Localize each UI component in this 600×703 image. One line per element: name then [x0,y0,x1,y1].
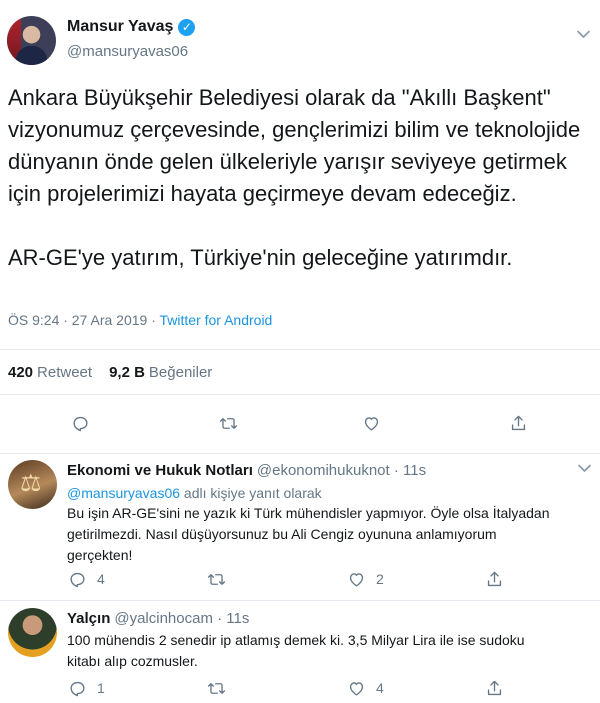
retweet-stat[interactable]: 420 Retweet [8,364,92,381]
reply-icon [72,416,88,431]
reply-count: 4 [97,571,105,587]
retweet-button[interactable] [218,413,238,433]
avatar[interactable] [7,16,56,65]
reply-to-mention[interactable]: @mansuryavas06 [67,485,180,501]
reply-context: @mansuryavas06 adlı kişiye yanıt olarak [67,485,322,501]
author-handle[interactable]: @mansuryavas06 [67,43,188,60]
divider [0,394,600,395]
reply-icon [69,681,85,696]
reply-text: Bu işin AR-GE'sini ne yazık ki Türk mühe… [67,505,550,563]
like-count: 4 [376,680,384,696]
like-button[interactable] [361,413,381,433]
share-button[interactable] [508,413,528,433]
tweet-timestamp[interactable]: ÖS 9:24 · 27 Ara 2019 · [8,312,160,328]
reply-to-label: adlı kişiye yanıt olarak [180,485,322,501]
like-button[interactable] [346,569,366,589]
main-tweet: Mansur Yavaş ✓ @mansuryavas06 Ankara Büy… [0,0,600,454]
divider [0,453,600,454]
verified-badge-icon: ✓ [178,18,196,36]
reply-author-name[interactable]: Ekonomi ve Hukuk Notları [67,462,253,479]
reply-author-handle[interactable]: @ekonomihukuknot · 11s [257,462,426,479]
divider [0,600,600,601]
tweet-meta: ÖS 9:24 · 27 Ara 2019 · Twitter for Andr… [8,312,272,328]
author-name-row: Mansur Yavaş ✓ [67,18,196,36]
retweet-count: 420 [8,364,34,381]
share-button[interactable] [484,678,504,698]
like-button[interactable] [346,678,366,698]
chevron-down-icon[interactable] [578,462,591,476]
reply-author-row: Yalçın @yalcinhocam · 11s [67,610,249,627]
retweet-icon [219,417,237,429]
divider [0,349,600,350]
reply-author-handle[interactable]: @yalcinhocam · 11s [114,610,249,627]
reply-count: 1 [97,680,105,696]
tweet-source-link[interactable]: Twitter for Android [160,312,273,328]
like-label: Beğeniler [148,364,213,381]
retweet-button[interactable] [206,569,226,589]
reply-button[interactable] [67,569,87,589]
reply-text: 100 mühendis 2 senedir ip atlamış demek … [67,632,525,669]
heart-icon [349,681,363,696]
retweet-label: Retweet [37,364,93,381]
retweet-icon [207,573,225,585]
reply-button[interactable] [70,413,90,433]
share-icon [511,415,525,430]
share-icon [487,571,501,586]
tweet-text: Ankara Büyükşehir Belediyesi olarak da "… [8,85,581,270]
tweet-stats: 420 Retweet 9,2 B Beğeniler [8,364,212,381]
reply-icon [69,572,85,587]
share-button[interactable] [484,569,504,589]
retweet-icon [207,682,225,694]
chevron-down-icon[interactable] [577,28,590,42]
reply-button[interactable] [67,678,87,698]
like-count: 2 [376,571,384,587]
author-name[interactable]: Mansur Yavaş [67,18,173,36]
retweet-button[interactable] [206,678,226,698]
like-count: 9,2 B [109,364,145,381]
share-icon [487,680,501,695]
avatar[interactable] [8,460,57,509]
reply-author-name[interactable]: Yalçın [67,610,110,627]
heart-icon [349,572,363,587]
reply-author-row: Ekonomi ve Hukuk Notları @ekonomihukukno… [67,462,426,479]
heart-icon [364,416,378,431]
avatar[interactable] [8,608,57,657]
like-stat[interactable]: 9,2 B Beğeniler [109,364,212,381]
